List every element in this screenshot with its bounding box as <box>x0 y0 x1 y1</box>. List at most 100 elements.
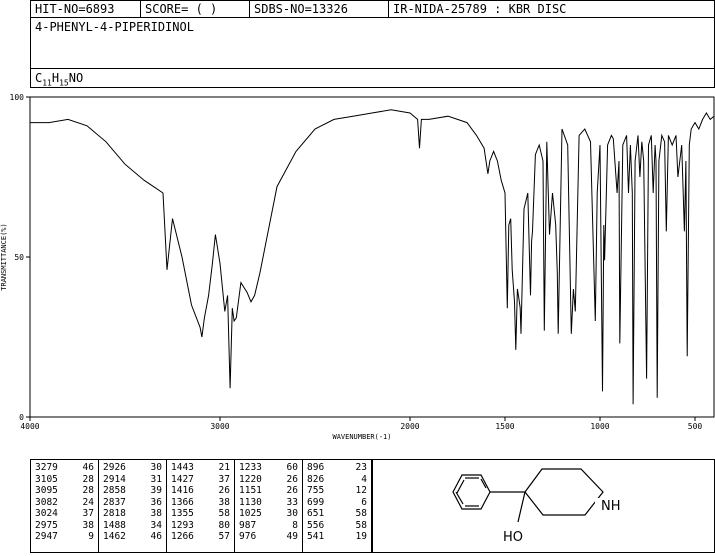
peak-row: 3095 28 <box>31 485 98 497</box>
peak-transmittance: 34 <box>150 519 162 531</box>
peak-transmittance: 4 <box>361 473 367 485</box>
peak-wavenumber: 1416 <box>171 485 194 496</box>
peak-wavenumber: 826 <box>307 473 325 485</box>
peak-column: 3279 46 3105 28 3095 28 3082 24 3024 37 2975 38 2947… <box>31 460 99 552</box>
peak-wavenumber: 1488 <box>103 519 126 531</box>
peak-wavenumber: 1220 <box>239 473 262 485</box>
x-axis-label: WAVENUMBER(-1) <box>332 433 391 441</box>
peak-row: 541 19 <box>303 531 371 543</box>
peak-wavenumber: 2947 <box>35 531 58 542</box>
peak-wavenumber: 1462 <box>103 531 126 542</box>
compound-name: 4-PHENYL-4-PIPERIDINOL <box>35 20 194 34</box>
peak-transmittance: 38 <box>150 508 162 519</box>
peak-transmittance: 28 <box>82 485 94 496</box>
peak-row: 896 23 <box>303 462 371 474</box>
peak-row: 2858 39 <box>99 485 166 497</box>
peak-column: 896 23 826 4 755 12 699 6 651 58 556 58 541 19 <box>303 460 371 552</box>
peak-row: 1233 60 <box>235 462 302 474</box>
peak-wavenumber: 1355 <box>171 508 194 519</box>
peak-row: 699 6 <box>303 497 371 509</box>
peak-transmittance: 31 <box>150 473 162 485</box>
peak-transmittance: 46 <box>150 531 162 542</box>
peak-row: 1293 80 <box>167 520 234 532</box>
peak-transmittance: 26 <box>286 485 298 496</box>
peak-row: 1443 21 <box>167 462 234 474</box>
peak-transmittance: 28 <box>82 473 94 485</box>
peak-transmittance: 12 <box>355 485 367 496</box>
peak-transmittance: 33 <box>286 496 298 508</box>
peak-wavenumber: 976 <box>239 531 257 542</box>
peak-row: 3279 46 <box>31 462 98 474</box>
peak-row: 3024 37 <box>31 508 98 520</box>
x-tick-label: 500 <box>688 422 703 431</box>
peak-row: 1488 34 <box>99 520 166 532</box>
x-tick-label: 1000 <box>590 422 609 431</box>
nh-label: NH <box>601 499 621 514</box>
peak-wavenumber: 3082 <box>35 496 58 508</box>
peak-wavenumber: 2858 <box>103 485 126 496</box>
peak-wavenumber: 651 <box>307 508 325 519</box>
plot-frame <box>29 96 715 418</box>
peak-column: 1443 21 1427 37 1416 26 1366 38 1355 58 1293 80 1266… <box>167 460 235 552</box>
peak-row: 2926 30 <box>99 462 166 474</box>
molecular-formula: C11H15NO <box>35 71 84 88</box>
peak-row: 1151 26 <box>235 485 302 497</box>
peak-column: 1233 60 1220 26 1151 26 1130 33 1025 30 987 8 976 49 <box>235 460 303 552</box>
peak-transmittance: 38 <box>82 519 94 531</box>
peak-row: 2975 38 <box>31 520 98 532</box>
peak-row: 556 58 <box>303 520 371 532</box>
peak-transmittance: 36 <box>150 496 162 508</box>
peak-row: 1130 33 <box>235 497 302 509</box>
peak-row: 3082 24 <box>31 497 98 509</box>
y-tick-label: 50 <box>14 253 24 262</box>
peak-transmittance: 46 <box>82 462 94 473</box>
peak-transmittance: 39 <box>150 485 162 496</box>
peak-transmittance: 26 <box>218 485 230 496</box>
peak-wavenumber: 1130 <box>239 496 262 508</box>
peak-transmittance: 19 <box>355 531 367 542</box>
peak-wavenumber: 2837 <box>103 496 126 508</box>
y-tick-label: 0 <box>19 413 24 422</box>
peak-transmittance: 30 <box>286 508 298 519</box>
x-tick-label: 1500 <box>495 422 514 431</box>
peak-row: 1416 26 <box>167 485 234 497</box>
spectrum-line <box>30 109 715 405</box>
peak-transmittance: 9 <box>88 531 94 542</box>
peak-transmittance: 37 <box>82 508 94 519</box>
peak-transmittance: 24 <box>82 496 94 508</box>
peak-wavenumber: 2818 <box>103 508 126 519</box>
peak-transmittance: 58 <box>218 508 230 519</box>
ho-label: HO <box>503 530 523 545</box>
peak-wavenumber: 1151 <box>239 485 262 496</box>
peak-wavenumber: 2926 <box>103 462 126 473</box>
spectrum-header: HIT-NO=6893 SCORE= ( ) SDBS-NO=13326 IR-… <box>30 0 715 18</box>
peak-transmittance: 38 <box>218 496 230 508</box>
peak-row: 976 49 <box>235 531 302 543</box>
peak-row: 826 4 <box>303 474 371 486</box>
peak-wavenumber: 1293 <box>171 519 194 531</box>
hit-number: HIT-NO=6893 <box>31 1 141 17</box>
peak-transmittance: 26 <box>286 473 298 485</box>
peak-transmittance: 57 <box>218 531 230 542</box>
peak-wavenumber: 3105 <box>35 473 58 485</box>
x-tick-label: 2000 <box>400 422 419 431</box>
peak-row: 2837 36 <box>99 497 166 509</box>
peak-wavenumber: 1233 <box>239 462 262 473</box>
peak-wavenumber: 2975 <box>35 519 58 531</box>
x-tick-label: 4000 <box>20 422 39 431</box>
peak-row: 3105 28 <box>31 474 98 486</box>
peak-row: 1220 26 <box>235 474 302 486</box>
peak-wavenumber: 2914 <box>103 473 126 485</box>
peak-row: 1366 38 <box>167 497 234 509</box>
molecular-formula-box: C11H15NO <box>30 68 715 88</box>
y-axis-label: TRANSMITTANCE(%) <box>0 223 8 290</box>
peak-table: 3279 46 3105 28 3095 28 3082 24 3024 37 2975 38 2947… <box>30 459 372 553</box>
peak-transmittance: 37 <box>218 473 230 485</box>
peak-transmittance: 8 <box>292 519 298 531</box>
peak-wavenumber: 541 <box>307 531 325 542</box>
peak-wavenumber: 896 <box>307 462 325 473</box>
peak-row: 1266 57 <box>167 531 234 543</box>
peak-wavenumber: 1427 <box>171 473 194 485</box>
peak-transmittance: 23 <box>355 462 367 473</box>
peak-transmittance: 80 <box>218 519 230 531</box>
